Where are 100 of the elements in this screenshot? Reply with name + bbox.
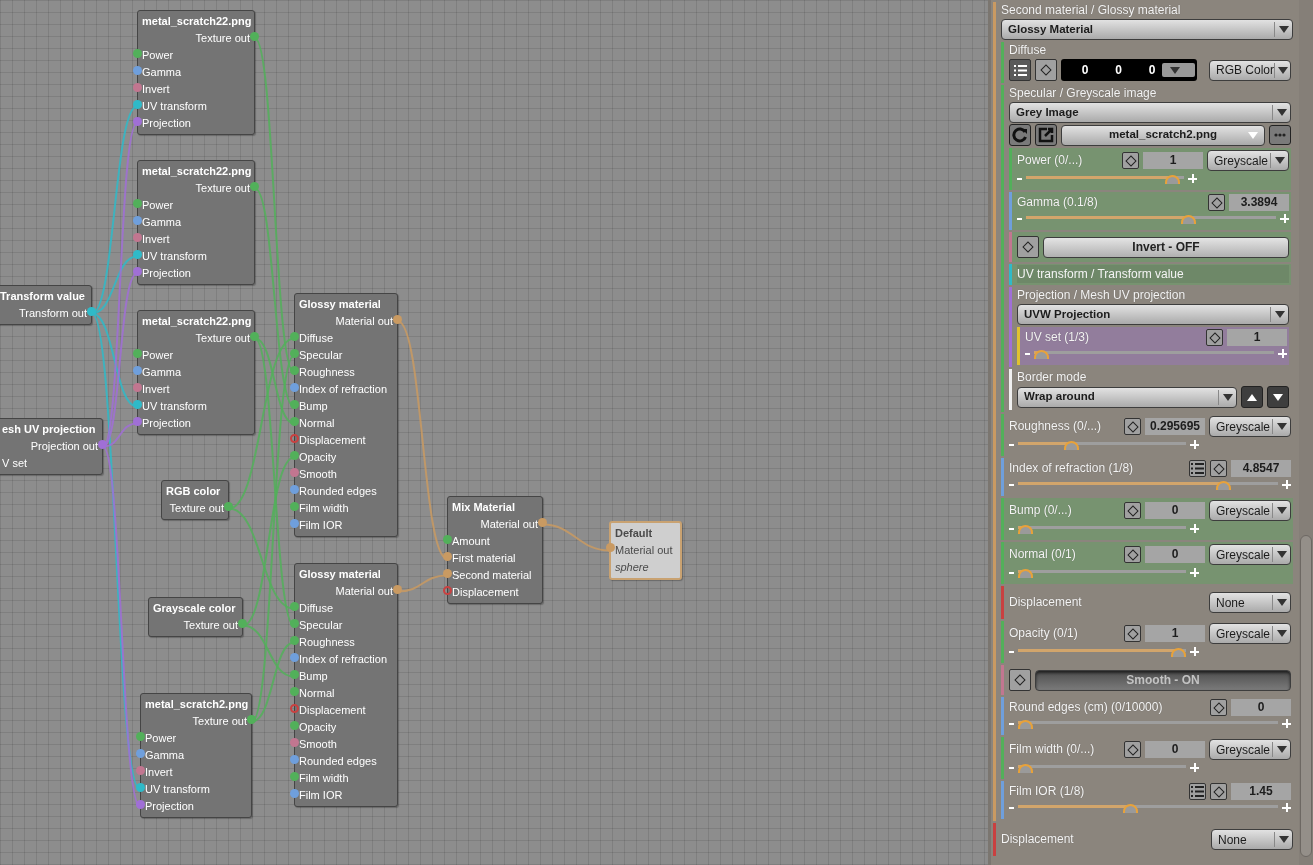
output-pin[interactable] xyxy=(393,315,402,324)
keyframe-button[interactable] xyxy=(1210,699,1227,716)
input-pin[interactable] xyxy=(290,704,299,713)
input-pin[interactable] xyxy=(290,772,299,781)
mode-dropdown[interactable]: None xyxy=(1211,829,1293,850)
input-pin[interactable] xyxy=(290,687,299,696)
output-pin[interactable] xyxy=(98,440,107,449)
keyframe-button[interactable] xyxy=(1017,236,1039,258)
output-pin[interactable] xyxy=(250,332,259,341)
keyframe-button[interactable] xyxy=(1124,418,1141,435)
value-field[interactable]: 3.3894 xyxy=(1229,194,1289,211)
value-field[interactable]: 0 xyxy=(1145,546,1205,563)
input-pin[interactable] xyxy=(136,800,145,809)
value-field[interactable]: 0 xyxy=(1145,741,1205,758)
keyframe-button[interactable] xyxy=(1210,783,1227,800)
input-pin[interactable] xyxy=(133,100,142,109)
keyframe-button[interactable] xyxy=(1124,546,1141,563)
input-pin[interactable] xyxy=(290,602,299,611)
input-pin[interactable] xyxy=(290,789,299,798)
more-button[interactable] xyxy=(1269,125,1291,145)
color-field[interactable]: 0 0 0 xyxy=(1061,59,1197,81)
value-field[interactable]: 1 xyxy=(1227,329,1287,346)
list-button[interactable] xyxy=(1009,59,1031,81)
mode-dropdown[interactable]: Greyscale xyxy=(1209,623,1291,644)
output-pin[interactable] xyxy=(238,619,247,628)
keyframe-button[interactable] xyxy=(1124,741,1141,758)
slider-thumb[interactable] xyxy=(1018,764,1033,773)
input-pin[interactable] xyxy=(290,502,299,511)
output-pin[interactable] xyxy=(87,307,96,316)
output-pin[interactable] xyxy=(247,715,256,724)
input-pin[interactable] xyxy=(133,400,142,409)
mode-dropdown[interactable]: RGB Color xyxy=(1209,59,1291,81)
slider-thumb[interactable] xyxy=(1034,350,1049,359)
keyframe-button[interactable] xyxy=(1124,625,1141,642)
value-field[interactable]: 1.45 xyxy=(1231,783,1291,800)
input-pin[interactable] xyxy=(133,233,142,242)
input-pin[interactable] xyxy=(290,755,299,764)
projection-dropdown[interactable]: UVW Projection xyxy=(1017,304,1289,325)
input-pin[interactable] xyxy=(290,417,299,426)
input-pin[interactable] xyxy=(290,619,299,628)
input-pin[interactable] xyxy=(136,732,145,741)
value-field[interactable]: 0.295695 xyxy=(1145,418,1205,435)
slider-thumb[interactable] xyxy=(1018,569,1033,578)
input-pin[interactable] xyxy=(133,83,142,92)
slider-thumb[interactable] xyxy=(1171,648,1186,657)
mode-dropdown[interactable]: Greyscale xyxy=(1209,739,1291,760)
output-pin[interactable] xyxy=(250,182,259,191)
list-button[interactable] xyxy=(1189,783,1206,800)
input-pin[interactable] xyxy=(443,569,452,578)
value-field[interactable]: 4.8547 xyxy=(1231,460,1291,477)
mode-dropdown[interactable]: None xyxy=(1209,592,1291,613)
input-pin[interactable] xyxy=(290,636,299,645)
reload-button[interactable] xyxy=(1009,124,1031,146)
input-pin[interactable] xyxy=(290,519,299,528)
list-button[interactable] xyxy=(1189,460,1206,477)
input-pin[interactable] xyxy=(136,766,145,775)
input-pin[interactable] xyxy=(290,670,299,679)
up-button[interactable] xyxy=(1241,386,1263,408)
down-button[interactable] xyxy=(1267,386,1289,408)
toggle-button[interactable]: Smooth - ON xyxy=(1035,669,1291,691)
slider-thumb[interactable] xyxy=(1181,215,1197,224)
slider-thumb[interactable] xyxy=(1063,441,1079,450)
input-pin[interactable] xyxy=(136,783,145,792)
input-pin[interactable] xyxy=(133,383,142,392)
input-pin[interactable] xyxy=(290,383,299,392)
input-pin[interactable] xyxy=(133,66,142,75)
input-pin[interactable] xyxy=(133,216,142,225)
keyframe-button[interactable] xyxy=(1035,59,1057,81)
mode-dropdown[interactable]: Greyscale xyxy=(1209,544,1291,565)
input-pin[interactable] xyxy=(133,349,142,358)
input-pin[interactable] xyxy=(290,366,299,375)
output-pin[interactable] xyxy=(224,502,233,511)
input-pin[interactable] xyxy=(133,199,142,208)
input-pin[interactable] xyxy=(443,586,452,595)
input-pin[interactable] xyxy=(290,332,299,341)
input-pin[interactable] xyxy=(136,749,145,758)
scrollbar-thumb[interactable] xyxy=(1300,535,1312,857)
input-pin[interactable] xyxy=(443,535,452,544)
input-pin[interactable] xyxy=(133,117,142,126)
input-pin[interactable] xyxy=(133,267,142,276)
value-field[interactable]: 1 xyxy=(1145,625,1205,642)
keyframe-button[interactable] xyxy=(1009,669,1031,691)
input-pin[interactable] xyxy=(290,468,299,477)
value-field[interactable]: 0 xyxy=(1231,699,1291,716)
image-type-dropdown[interactable]: Grey Image xyxy=(1009,102,1291,123)
input-pin[interactable] xyxy=(290,451,299,460)
input-pin[interactable] xyxy=(133,49,142,58)
output-pin[interactable] xyxy=(250,32,259,41)
material-dropdown[interactable]: Glossy Material xyxy=(1001,19,1293,40)
slider-thumb[interactable] xyxy=(1164,175,1180,184)
export-button[interactable] xyxy=(1035,124,1057,146)
slider-thumb[interactable] xyxy=(1123,804,1139,813)
border-mode-dropdown[interactable]: Wrap around xyxy=(1017,386,1237,408)
mode-dropdown[interactable]: Greyscale xyxy=(1207,150,1289,171)
input-pin[interactable] xyxy=(133,250,142,259)
input-pin[interactable] xyxy=(290,400,299,409)
slider-thumb[interactable] xyxy=(1018,525,1033,534)
value-field[interactable]: 0 xyxy=(1145,502,1205,519)
mode-dropdown[interactable]: Greyscale xyxy=(1209,500,1291,521)
input-pin[interactable] xyxy=(133,366,142,375)
